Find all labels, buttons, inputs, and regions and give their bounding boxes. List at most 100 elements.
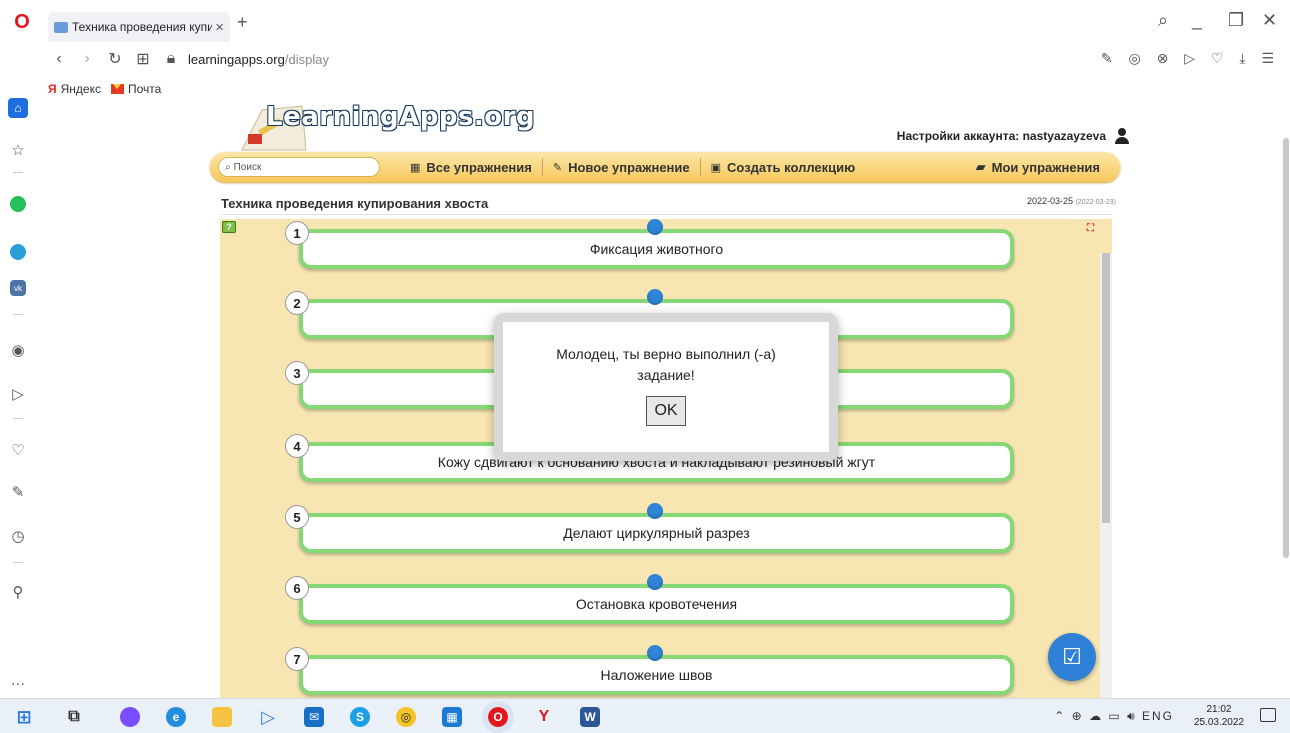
new-tab-icon[interactable]: + [237,12,248,33]
close-window-icon[interactable]: ✕ [1262,10,1277,31]
browser-sidebar: ⌂ ☆ vk ◉ ▷ ♡ ✎ ◷ ⚲ … [0,42,36,698]
task-view-icon[interactable]: ⧉ [64,707,84,727]
step-number: 2 [285,291,309,315]
language-indicator[interactable]: ENG [1142,709,1174,723]
bookmark-yandex[interactable]: Я Яндекс [48,82,101,96]
restore-icon[interactable]: ❐ [1228,10,1244,31]
sequence-step[interactable]: 7 Наложение швов [285,645,1016,695]
step-number: 4 [285,434,309,458]
step-number: 3 [285,361,309,385]
lightbulb-icon[interactable]: ⚲ [8,582,28,602]
home-icon[interactable]: ⌂ [8,98,28,118]
step-card[interactable]: Делают циркулярный разрез [299,513,1014,553]
menu-mine-label: Мои упражнения [991,159,1100,175]
pencil-icon: ✎ [552,161,563,174]
menu-create-collection[interactable]: ▣ Создать коллекцию [701,158,866,176]
address-bar-actions[interactable]: ✎ ◎ ⊗ ▷ ♡ ⤓ ☰ [1101,50,1280,67]
connector-dot-icon [647,503,663,519]
menu-my-exercises[interactable]: ▰ Мои упражнения [976,159,1100,175]
skype-icon[interactable]: S [350,707,370,727]
exercise-date-main: 2022-03-25 [1026,196,1074,206]
step-card[interactable]: Наложение швов [299,655,1014,695]
url-field[interactable]: learningapps.org/display [188,52,329,67]
check-answer-button[interactable]: ☑ [1048,633,1096,681]
clock-time: 21:02 [1206,704,1232,715]
vk-icon[interactable]: vk [10,280,26,296]
media-player-icon[interactable]: ▷ [258,707,278,727]
heart-icon[interactable]: ♡ [8,440,28,460]
help-icon[interactable]: ? [222,221,236,233]
whatsapp-icon[interactable] [10,196,26,212]
menu-all-exercises[interactable]: ▦ Все упражнения [400,158,543,176]
windows-taskbar: ⊞ ⧉ e ▷ ✉ S ◎ ▦ O Y W ⌃ ⊕ ☁ ▭ 🔊︎ ENG 21:… [0,698,1290,733]
minimize-icon[interactable]: _ [1192,10,1202,31]
ok-button[interactable]: OK [646,396,686,426]
system-clock[interactable]: 21:02 25.03.2022 [1194,703,1244,729]
fullscreen-icon[interactable]: ⛶ [1087,223,1094,234]
file-explorer-icon[interactable] [212,707,232,727]
step-card[interactable]: Остановка кровотечения [299,584,1014,624]
account-settings[interactable]: Настройки аккаунта: nastyazayzeva [897,128,1130,144]
step-card[interactable]: Фиксация животного [299,229,1014,269]
search-icon: ⌕ [225,161,231,173]
send-icon[interactable]: ▷ [8,384,28,404]
player-icon[interactable]: ◉ [8,340,28,360]
speed-dial-icon[interactable]: ⊞ [132,49,154,69]
alice-icon[interactable] [120,707,140,727]
main-menu: ⌕ Поиск ▦ Все упражнения ✎ Новое упражне… [210,152,1120,182]
tab-favicon-icon [54,21,68,33]
store-icon[interactable]: ▦ [442,707,462,727]
collection-icon: ▣ [710,161,722,174]
menu-all-label: Все упражнения [426,159,532,175]
edge-icon[interactable]: e [166,707,186,727]
sequence-step[interactable]: 1 Фиксация животного [285,219,1016,269]
mail-app-icon[interactable]: ✉ [304,707,324,727]
address-bar: ‹ › ↻ ⊞ 🔒︎ learningapps.org/display ✎ ◎ … [48,42,1290,76]
connector-dot-icon [647,219,663,235]
history-icon[interactable]: ◷ [8,526,28,546]
site-logo-text[interactable]: LearningApps.org [266,102,535,132]
connector-dot-icon [647,574,663,590]
title-divider [221,214,1112,215]
grid-icon: ▦ [410,161,421,174]
back-icon[interactable]: ‹ [48,50,70,68]
exercise-scrollbar-thumb[interactable] [1102,253,1110,523]
exercise-scrollbar[interactable] [1100,253,1112,698]
connector-dot-icon [647,289,663,305]
browser-tab[interactable]: Техника проведения купи × [48,12,230,42]
sequence-step[interactable]: 5 Делают циркулярный разрез [285,503,1016,553]
sequence-step[interactable]: 6 Остановка кровотечения [285,574,1016,624]
page-scrollbar-thumb[interactable] [1283,138,1289,558]
search-input[interactable]: ⌕ Поиск [218,157,380,177]
yandex-browser-icon[interactable]: Y [534,707,554,727]
step-number: 5 [285,505,309,529]
opera-taskbar-icon[interactable]: O [482,701,514,733]
menu-collection-label: Создать коллекцию [727,159,856,175]
system-tray[interactable]: ⌃ ⊕ ☁ ▭ 🔊︎ ENG [1054,709,1174,724]
word-icon[interactable]: W [580,707,600,727]
account-label: Настройки аккаунта: nastyazayzeva [896,129,1106,143]
opera-logo-icon[interactable]: O [10,10,34,34]
menu-new-exercise[interactable]: ✎ Новое упражнение [543,158,701,176]
edit-icon[interactable]: ✎ [8,482,28,502]
reload-icon[interactable]: ↻ [104,49,126,69]
mail-icon [110,84,124,94]
tab-close-icon[interactable]: × [215,19,224,36]
notification-icon[interactable] [1260,708,1276,722]
search-tabs-icon[interactable]: ⌕ [1158,10,1168,31]
page-scrollbar[interactable] [1282,102,1290,698]
more-icon[interactable]: … [8,670,28,690]
menu-new-label: Новое упражнение [568,159,690,175]
chrome-like-icon[interactable]: ◎ [396,707,416,727]
folder-icon: ▰ [975,159,986,174]
exercise-title: Техника проведения купирования хвоста [221,196,489,211]
star-icon[interactable]: ☆ [8,140,28,160]
forward-icon[interactable]: › [76,50,98,68]
windows-start-icon[interactable]: ⊞ [14,707,34,727]
yandex-icon: Я [48,82,57,96]
connector-dot-icon [647,645,663,661]
exercise-date: 2022-03-25 (2022-03-23) [1027,196,1116,206]
success-dialog: Молодец, ты верно выполнил (-а) задание!… [494,313,838,461]
bookmark-mail[interactable]: Почта [110,82,161,96]
telegram-icon[interactable] [10,244,26,260]
